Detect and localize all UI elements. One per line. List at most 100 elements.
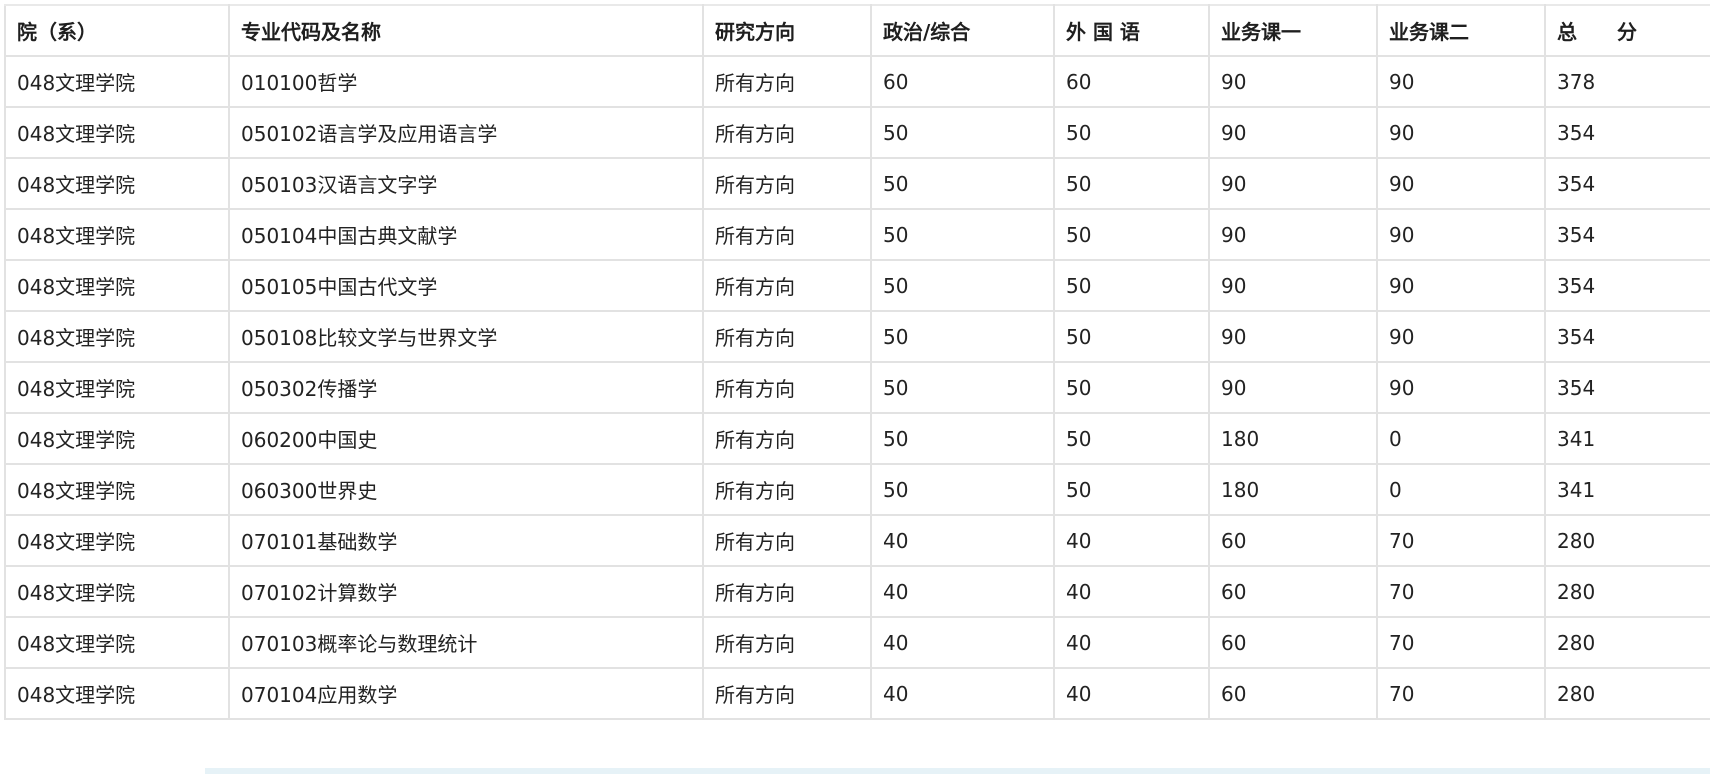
cell-course-one: 180 [1208, 463, 1378, 516]
cell-major: 070103概率论与数理统计 [228, 616, 704, 669]
cell-major: 010100哲学 [228, 55, 704, 108]
cell-course-two: 0 [1376, 412, 1546, 465]
cell-department: 048文理学院 [4, 106, 230, 159]
table-row: 048文理学院 060200中国史 所有方向 50 50 180 0 341 [4, 412, 1710, 465]
cell-total: 280 [1544, 616, 1710, 669]
cell-major: 070104应用数学 [228, 667, 704, 720]
header-research-direction: 研究方向 [702, 4, 872, 57]
cell-course-one: 90 [1208, 361, 1378, 414]
table-row: 048文理学院 070103概率论与数理统计 所有方向 40 40 60 70 … [4, 616, 1710, 669]
cell-total: 354 [1544, 106, 1710, 159]
cell-foreign-language: 60 [1053, 55, 1210, 108]
cell-foreign-language: 40 [1053, 616, 1210, 669]
cell-major: 050103汉语言文字学 [228, 157, 704, 210]
cell-direction: 所有方向 [702, 106, 872, 159]
cell-department: 048文理学院 [4, 463, 230, 516]
header-foreign-language: 外 国 语 [1053, 4, 1210, 57]
cell-course-one: 90 [1208, 310, 1378, 363]
cell-department: 048文理学院 [4, 361, 230, 414]
cell-politics: 50 [870, 157, 1055, 210]
table-row: 048文理学院 050108比较文学与世界文学 所有方向 50 50 90 90… [4, 310, 1710, 363]
cell-course-two: 90 [1376, 259, 1546, 312]
cell-course-one: 60 [1208, 514, 1378, 567]
cell-total: 280 [1544, 667, 1710, 720]
cell-course-two: 90 [1376, 55, 1546, 108]
header-department: 院（系） [4, 4, 230, 57]
cell-foreign-language: 50 [1053, 208, 1210, 261]
table-row: 048文理学院 050302传播学 所有方向 50 50 90 90 354 [4, 361, 1710, 414]
header-total-score: 总 分 [1544, 4, 1710, 57]
cell-politics: 40 [870, 616, 1055, 669]
cell-foreign-language: 50 [1053, 310, 1210, 363]
cell-department: 048文理学院 [4, 514, 230, 567]
cell-major: 050105中国古代文学 [228, 259, 704, 312]
cell-direction: 所有方向 [702, 55, 872, 108]
cell-politics: 50 [870, 412, 1055, 465]
cell-direction: 所有方向 [702, 310, 872, 363]
cell-course-one: 90 [1208, 208, 1378, 261]
cell-politics: 60 [870, 55, 1055, 108]
cell-course-one: 60 [1208, 667, 1378, 720]
cell-course-two: 70 [1376, 565, 1546, 618]
table-row: 048文理学院 050104中国古典文献学 所有方向 50 50 90 90 3… [4, 208, 1710, 261]
cell-course-two: 70 [1376, 514, 1546, 567]
header-major-code-name: 专业代码及名称 [228, 4, 704, 57]
cell-department: 048文理学院 [4, 259, 230, 312]
cell-total: 378 [1544, 55, 1710, 108]
table-row: 048文理学院 050102语言学及应用语言学 所有方向 50 50 90 90… [4, 106, 1710, 159]
cell-department: 048文理学院 [4, 412, 230, 465]
cell-total: 341 [1544, 463, 1710, 516]
cell-major: 060300世界史 [228, 463, 704, 516]
cell-foreign-language: 50 [1053, 463, 1210, 516]
cell-course-two: 90 [1376, 361, 1546, 414]
cell-direction: 所有方向 [702, 361, 872, 414]
cell-foreign-language: 50 [1053, 259, 1210, 312]
cell-politics: 50 [870, 361, 1055, 414]
table-row: 048文理学院 070101基础数学 所有方向 40 40 60 70 280 [4, 514, 1710, 567]
cell-major: 070101基础数学 [228, 514, 704, 567]
cell-department: 048文理学院 [4, 310, 230, 363]
cell-course-one: 60 [1208, 565, 1378, 618]
cell-course-two: 70 [1376, 667, 1546, 720]
cell-foreign-language: 40 [1053, 514, 1210, 567]
cell-total: 354 [1544, 208, 1710, 261]
score-table: 院（系） 专业代码及名称 研究方向 政治/综合 外 国 语 业务课一 业务课二 … [4, 4, 1710, 720]
cell-direction: 所有方向 [702, 157, 872, 210]
cell-politics: 40 [870, 514, 1055, 567]
cell-department: 048文理学院 [4, 55, 230, 108]
header-politics-comprehensive: 政治/综合 [870, 4, 1055, 57]
cell-foreign-language: 40 [1053, 565, 1210, 618]
cell-politics: 50 [870, 310, 1055, 363]
cell-major: 050102语言学及应用语言学 [228, 106, 704, 159]
header-course-one: 业务课一 [1208, 4, 1378, 57]
cell-course-two: 0 [1376, 463, 1546, 516]
cell-direction: 所有方向 [702, 667, 872, 720]
cell-foreign-language: 50 [1053, 157, 1210, 210]
cell-politics: 50 [870, 259, 1055, 312]
table-row: 048文理学院 070102计算数学 所有方向 40 40 60 70 280 [4, 565, 1710, 618]
cell-foreign-language: 50 [1053, 106, 1210, 159]
cell-politics: 40 [870, 667, 1055, 720]
cell-course-one: 90 [1208, 106, 1378, 159]
cell-department: 048文理学院 [4, 208, 230, 261]
cell-politics: 40 [870, 565, 1055, 618]
cell-foreign-language: 50 [1053, 412, 1210, 465]
cell-total: 354 [1544, 259, 1710, 312]
cell-course-one: 90 [1208, 157, 1378, 210]
cell-course-two: 90 [1376, 310, 1546, 363]
cell-total: 354 [1544, 157, 1710, 210]
cell-major: 050302传播学 [228, 361, 704, 414]
table-row: 048文理学院 050105中国古代文学 所有方向 50 50 90 90 35… [4, 259, 1710, 312]
cell-department: 048文理学院 [4, 565, 230, 618]
cell-politics: 50 [870, 208, 1055, 261]
cell-course-one: 60 [1208, 616, 1378, 669]
cell-direction: 所有方向 [702, 514, 872, 567]
table-row: 048文理学院 060300世界史 所有方向 50 50 180 0 341 [4, 463, 1710, 516]
cell-total: 354 [1544, 361, 1710, 414]
score-table-container: 院（系） 专业代码及名称 研究方向 政治/综合 外 国 语 业务课一 业务课二 … [0, 0, 1710, 774]
cell-department: 048文理学院 [4, 616, 230, 669]
table-row: 048文理学院 050103汉语言文字学 所有方向 50 50 90 90 35… [4, 157, 1710, 210]
cell-direction: 所有方向 [702, 463, 872, 516]
cell-total: 354 [1544, 310, 1710, 363]
cell-course-one: 90 [1208, 55, 1378, 108]
